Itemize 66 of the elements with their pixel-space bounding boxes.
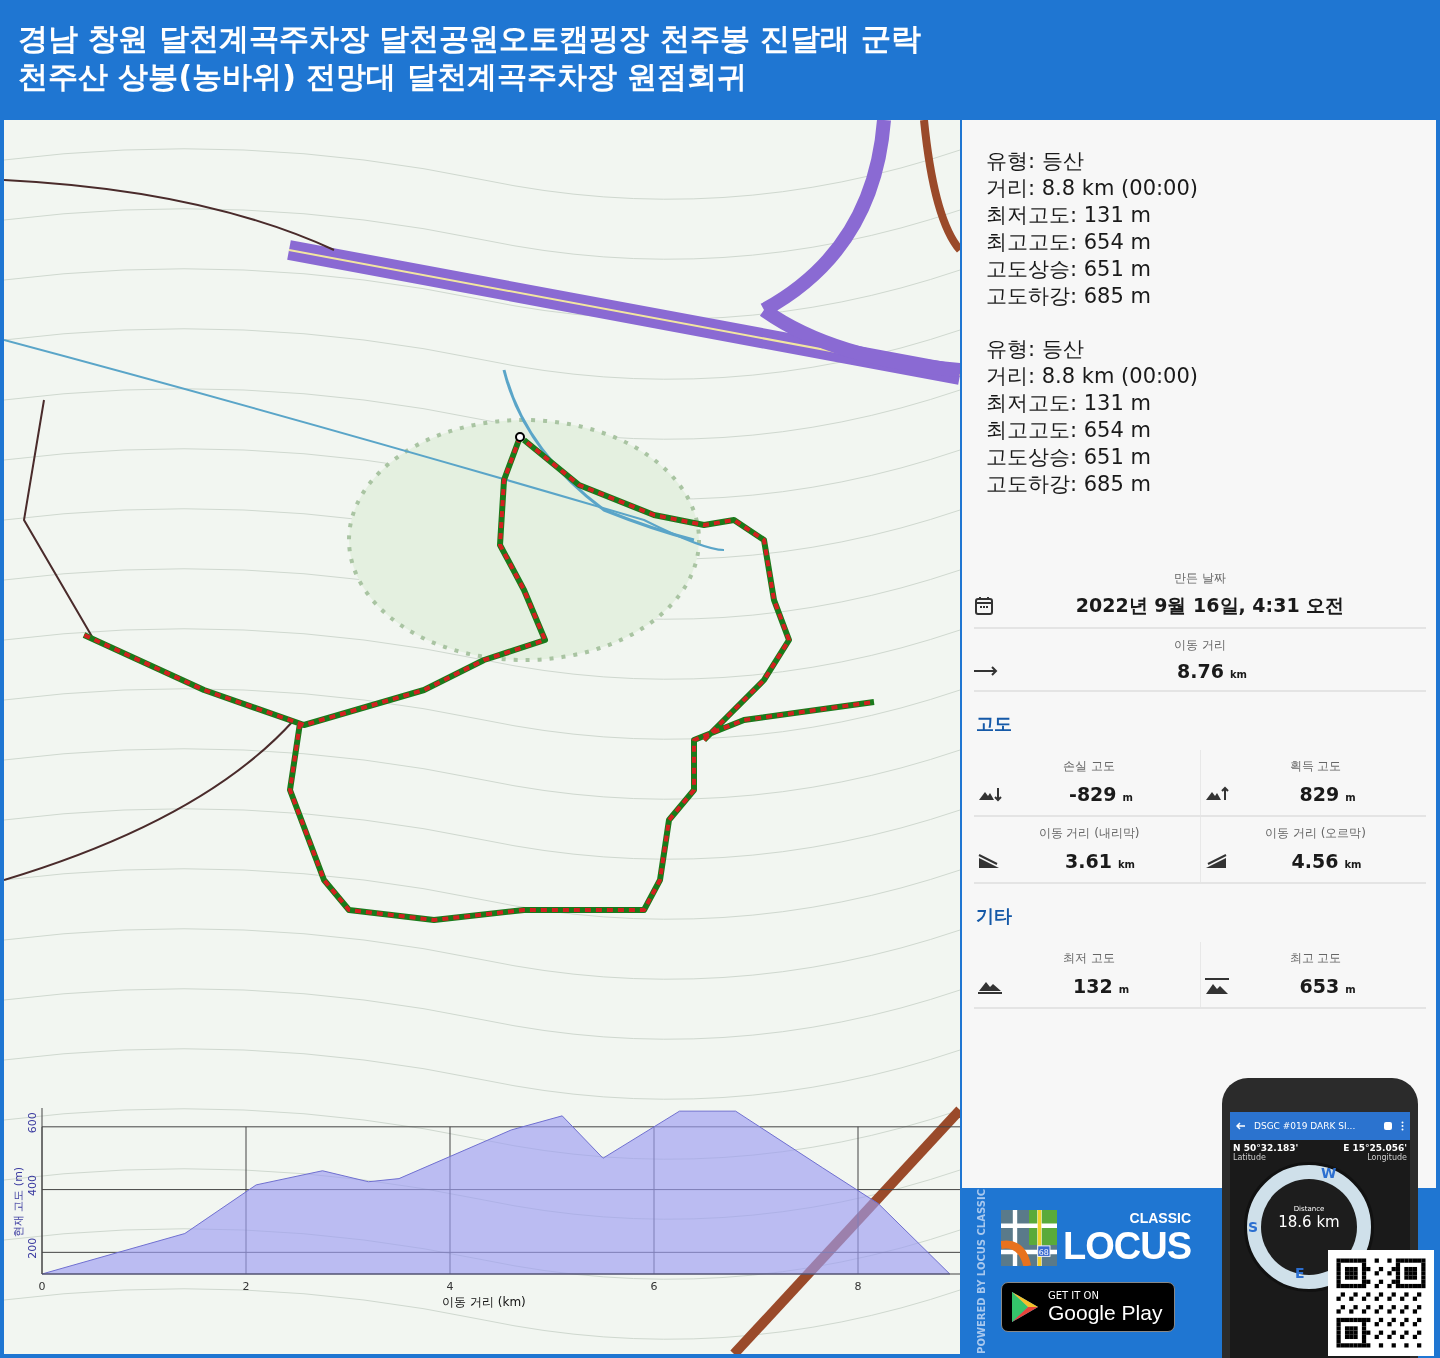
page-title: 천주산 상봉(농바위) 전망대 달천계곡주차장 원점회귀 bbox=[18, 58, 749, 96]
stat-label: 이동 거리 (오르막) bbox=[1264, 825, 1367, 842]
more-icon[interactable] bbox=[1401, 1121, 1404, 1131]
summary-line: 유형: 등산 bbox=[986, 148, 1085, 175]
created-date: 2022년 9월 16일, 4:31 오전 bbox=[1074, 593, 1346, 618]
page-title: 경남 창원 달천계곡주차장 달천공원오토캠핑장 천주봉 진달래 군락 bbox=[18, 20, 922, 58]
badge-icon[interactable] bbox=[1383, 1121, 1393, 1131]
right-arrow-icon bbox=[974, 666, 998, 676]
axis-tick-label: 8 bbox=[854, 1280, 862, 1293]
axis-tick-label: 400 bbox=[26, 1175, 39, 1197]
calendar-icon bbox=[974, 596, 994, 616]
app-title: DSGC #019 DARK SI... bbox=[1254, 1121, 1357, 1131]
axis-tick-label: 600 bbox=[26, 1112, 39, 1134]
play-triangle-icon bbox=[1010, 1291, 1040, 1323]
summary-line: 고도하강: 685 m bbox=[986, 471, 1152, 498]
mountain-up-arrow-icon bbox=[1205, 786, 1229, 802]
uphill-slope-icon bbox=[1205, 854, 1227, 868]
axis-tick-label: 200 bbox=[26, 1237, 39, 1259]
stat-label: 이동 거리 bbox=[1173, 637, 1227, 654]
axis-tick-label: 0 bbox=[38, 1280, 46, 1293]
latitude-label: Latitude bbox=[1233, 1153, 1266, 1162]
stat-value: 829 m bbox=[1298, 783, 1357, 805]
x-axis-title: 이동 거리 (km) bbox=[442, 1295, 526, 1309]
powered-by-text: POWERED BY LOCUS CLASSIC bbox=[976, 1188, 987, 1354]
axis-tick-label: 6 bbox=[650, 1280, 658, 1293]
summary-line: 고도상승: 651 m bbox=[986, 256, 1152, 283]
stat-label: 손실 고도 bbox=[1062, 758, 1116, 775]
logo-subtitle: CLASSIC bbox=[1129, 1210, 1191, 1226]
stat-label: 획득 고도 bbox=[1288, 758, 1343, 775]
downhill-slope-icon bbox=[978, 854, 1000, 868]
section-title: 고도 bbox=[975, 712, 1013, 736]
longitude-label: Longitude bbox=[1367, 1153, 1407, 1162]
stat-value: 4.56 km bbox=[1290, 850, 1363, 872]
stat-label: 최저 고도 bbox=[1062, 950, 1116, 967]
compass-letter: W bbox=[1321, 1165, 1337, 1181]
summary-line: 최고고도: 654 m bbox=[986, 229, 1152, 256]
summary-line: 최저고도: 131 m bbox=[986, 390, 1152, 417]
stat-label: 최고 고도 bbox=[1288, 950, 1343, 967]
stat-label: 만든 날짜 bbox=[1173, 570, 1227, 587]
mountain-down-arrow-icon bbox=[978, 786, 1002, 802]
stat-value: 3.61 km bbox=[1064, 850, 1136, 872]
stat-value: -829 m bbox=[1068, 783, 1134, 805]
axis-tick-label: 2 bbox=[242, 1280, 250, 1293]
google-play-button[interactable]: GET IT ON Google Play bbox=[1001, 1282, 1175, 1332]
longitude-value: E 15°25.056' bbox=[1343, 1143, 1407, 1153]
map-logo-icon: 68 bbox=[1001, 1210, 1057, 1266]
summary-line: 최저고도: 131 m bbox=[986, 202, 1152, 229]
summary-line: 고도상승: 651 m bbox=[986, 444, 1152, 471]
back-arrow-icon[interactable] bbox=[1236, 1121, 1246, 1131]
distance-value: 18.6 km bbox=[1278, 1213, 1340, 1231]
stat-label: 이동 거리 (내리막) bbox=[1037, 825, 1141, 842]
summary-line: 최고고도: 654 m bbox=[986, 417, 1152, 444]
stat-value: 132 m bbox=[1071, 975, 1131, 997]
y-axis-title: 현재 고도 (m) bbox=[12, 1166, 25, 1238]
axis-tick-label: 4 bbox=[446, 1280, 454, 1293]
summary-line: 거리: 8.8 km (00:00) bbox=[986, 175, 1200, 202]
latitude-value: N 50°32.183' bbox=[1233, 1143, 1299, 1153]
section-title: 기타 bbox=[975, 904, 1013, 928]
logo-text: LOCUS bbox=[1063, 1226, 1191, 1266]
stat-value: 8.76 km bbox=[1176, 660, 1248, 682]
summary-line: 거리: 8.8 km (00:00) bbox=[986, 363, 1200, 390]
compass-letter: S bbox=[1248, 1219, 1259, 1235]
summary-line: 고도하강: 685 m bbox=[986, 283, 1152, 310]
summary-line: 유형: 등산 bbox=[986, 336, 1085, 363]
stat-value: 653 m bbox=[1298, 975, 1357, 997]
mountain-peak-line-icon bbox=[1205, 978, 1229, 994]
